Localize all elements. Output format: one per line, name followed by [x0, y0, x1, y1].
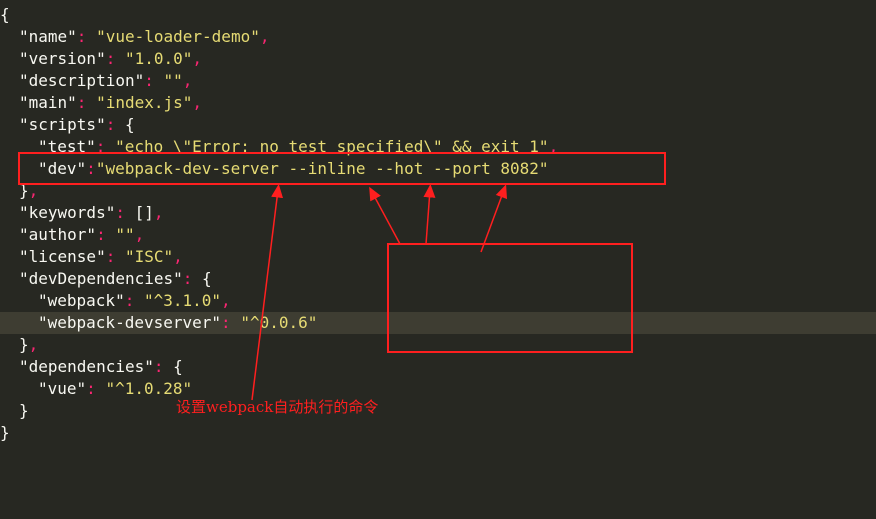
annotation-overlay	[18, 152, 666, 401]
arrow-to-port	[480, 184, 508, 253]
arrow-from-caption	[251, 184, 284, 401]
annotation-caption: 设置webpack自动执行的命令	[176, 398, 379, 416]
arrow-to-inline	[423, 184, 436, 245]
arrow-to-dev-server	[369, 186, 401, 245]
dev-script-highlight-box	[18, 152, 666, 185]
empty-annotation-box	[387, 243, 633, 353]
